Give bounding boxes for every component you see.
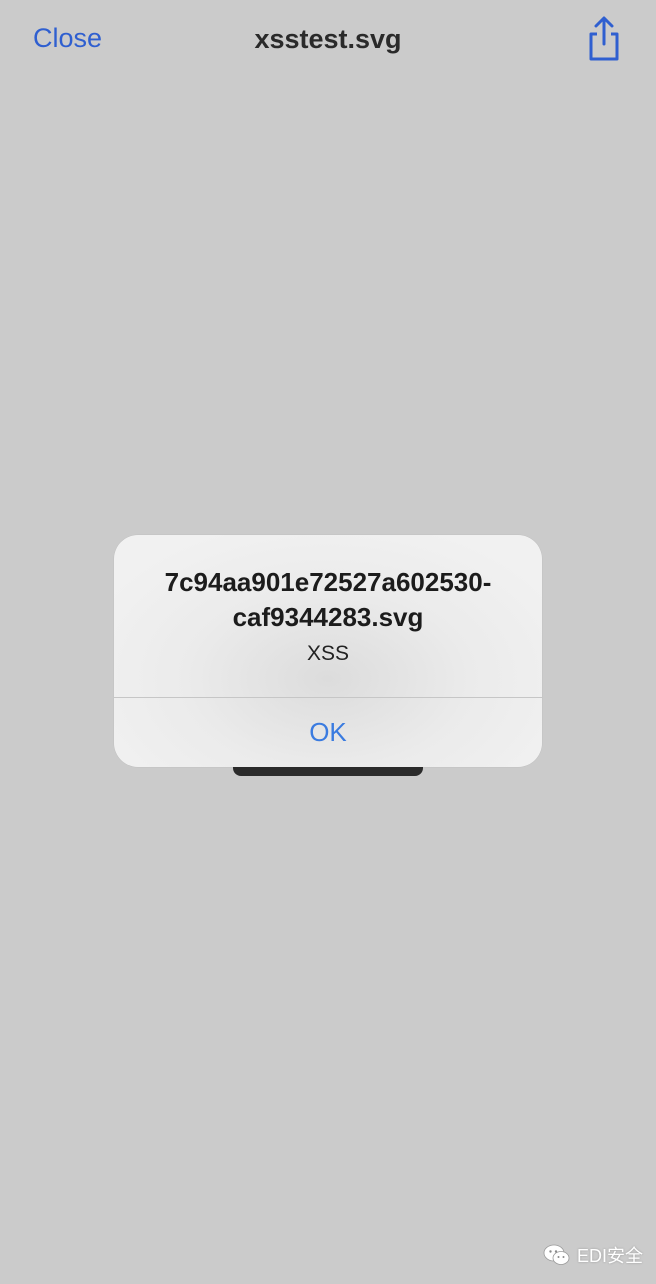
ok-button[interactable]: OK — [114, 698, 542, 767]
alert-dialog: 7c94aa901e72527a602530-caf9344283.svg XS… — [114, 535, 542, 767]
wechat-icon — [543, 1244, 570, 1265]
watermark: EDI安全 — [543, 1240, 643, 1270]
navigation-bar: Close xsstest.svg — [0, 0, 656, 80]
alert-body: 7c94aa901e72527a602530-caf9344283.svg XS… — [114, 535, 542, 697]
share-button[interactable] — [582, 14, 626, 64]
share-icon — [589, 16, 619, 61]
alert-title: 7c94aa901e72527a602530-caf9344283.svg — [164, 567, 492, 632]
page-title: xsstest.svg — [254, 24, 402, 54]
alert-message: XSS — [306, 642, 350, 665]
watermark-text: EDI安全 — [577, 1246, 644, 1266]
